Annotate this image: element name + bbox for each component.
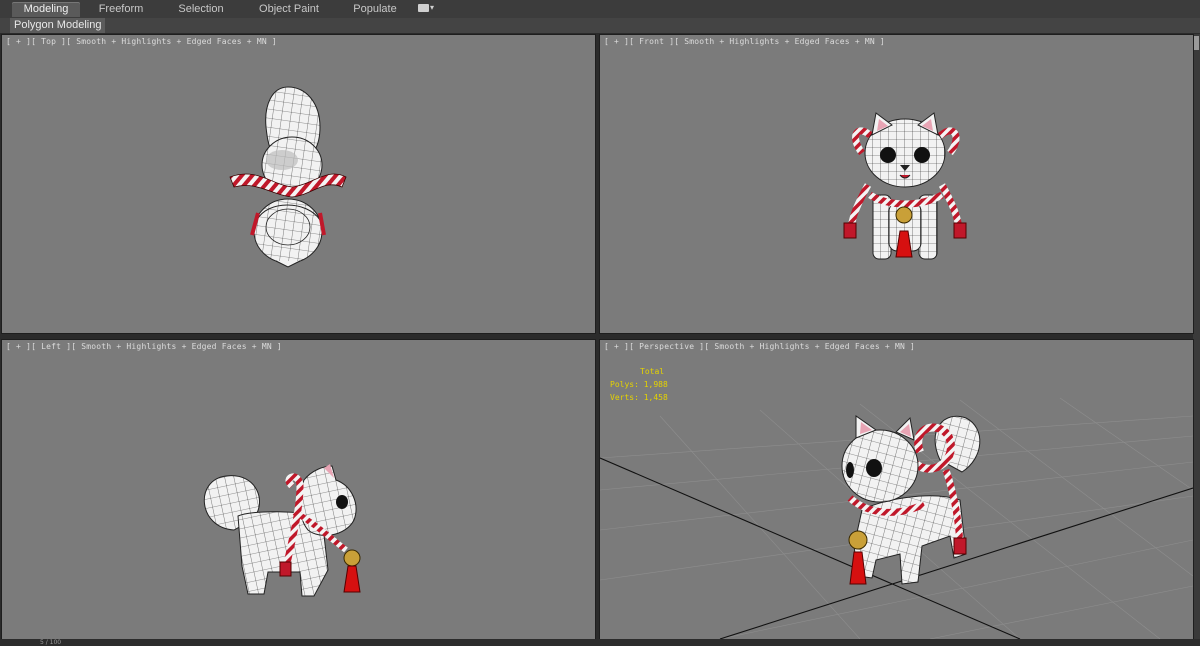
viewport-perspective[interactable]: [ + ][ Perspective ][ Smooth + Highlight… [599, 339, 1194, 640]
tab-modeling[interactable]: Modeling [12, 2, 80, 17]
stats-title: Total [640, 367, 665, 376]
model-top-view [229, 86, 347, 268]
viewport-top[interactable]: [ + ][ Top ][ Smooth + Highlights + Edge… [1, 34, 596, 334]
tab-object-paint[interactable]: Object Paint [250, 2, 328, 17]
model-front-view [843, 112, 967, 260]
viewport-left[interactable]: [ + ][ Left ][ Smooth + Highlights + Edg… [1, 339, 596, 640]
panel-polygon-modeling[interactable]: Polygon Modeling [10, 18, 106, 33]
ribbon-panel-bar: Polygon Modeling [0, 18, 1200, 33]
viewport-label-top[interactable]: [ + ][ Top ][ Smooth + Highlights + Edge… [6, 37, 277, 46]
viewport-front[interactable]: [ + ][ Front ][ Smooth + Highlights + Ed… [599, 34, 1194, 334]
side-scrollbar[interactable] [1193, 34, 1200, 639]
time-slider-readout[interactable]: 5 / 100 [40, 639, 61, 646]
scrollbar-thumb[interactable] [1194, 36, 1199, 50]
tab-freeform[interactable]: Freeform [88, 2, 154, 17]
ribbon-options-button[interactable]: ▾ [417, 3, 439, 15]
ribbon-tab-bar: Modeling Freeform Selection Object Paint… [0, 0, 1200, 19]
tab-selection[interactable]: Selection [168, 2, 234, 17]
status-bar: 5 / 100 [0, 639, 1200, 646]
chevron-down-icon: ▾ [430, 3, 435, 12]
polygon-stats-overlay: Total Polys: 1,988 Verts: 1,458 [610, 365, 668, 404]
display-options-icon [418, 4, 429, 12]
viewport-label-left[interactable]: [ + ][ Left ][ Smooth + Highlights + Edg… [6, 342, 282, 351]
stats-polys: Polys: 1,988 [610, 380, 668, 389]
viewport-label-perspective[interactable]: [ + ][ Perspective ][ Smooth + Highlight… [604, 342, 915, 351]
tab-populate[interactable]: Populate [344, 2, 406, 17]
perspective-grid [600, 397, 1193, 639]
stats-verts: Verts: 1,458 [610, 393, 668, 402]
viewport-label-front[interactable]: [ + ][ Front ][ Smooth + Highlights + Ed… [604, 37, 885, 46]
model-left-view [203, 464, 361, 597]
